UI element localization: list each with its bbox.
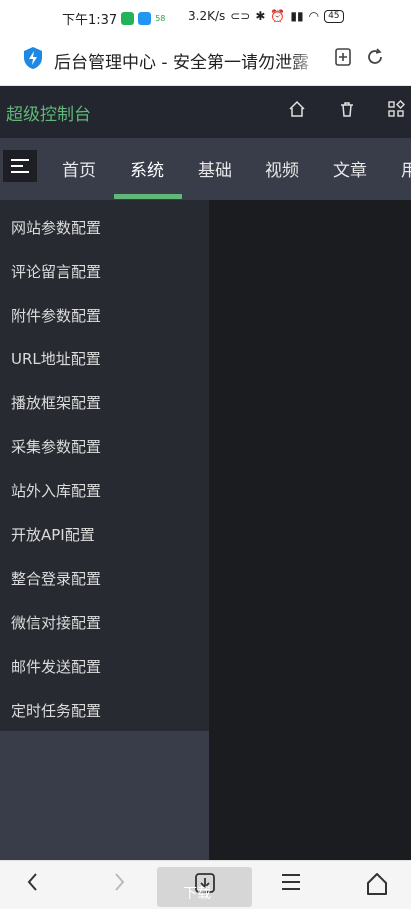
alarm-icon: ⏰ (270, 9, 286, 23)
status-right: 3.2K/s ⊂⊃ ✱ ⏰ ▮▮ ◠ 45 (188, 9, 344, 23)
wechat-icon (121, 12, 135, 25)
signal-icon: ▮▮ (290, 9, 304, 23)
status-bar: 下午1:37 58 3.2K/s ⊂⊃ ✱ ⏰ ▮▮ ◠ 45 (0, 0, 411, 34)
tab-video[interactable]: 视频 (265, 156, 299, 181)
status-app-badge: 58 (155, 14, 166, 23)
home-icon[interactable] (285, 100, 309, 124)
sidebar-item-comment-config[interactable]: 评论留言配置 (11, 261, 101, 282)
main-nav: 首页 系统 基础 视频 文章 用 (0, 138, 411, 200)
menu-icon[interactable] (276, 871, 306, 901)
content-area (209, 200, 411, 860)
status-left: 下午1:37 58 (62, 9, 165, 28)
sidebar-item-email-config[interactable]: 邮件发送配置 (11, 656, 101, 677)
page-title[interactable]: 后台管理中心 - 安全第一请勿泄露 (54, 48, 316, 72)
sidebar-item-api-config[interactable]: 开放API配置 (11, 524, 95, 545)
shield-bolt-icon[interactable] (22, 46, 44, 70)
sidebar-item-collect-config[interactable]: 采集参数配置 (11, 436, 101, 457)
forward-icon[interactable] (104, 871, 134, 901)
app-header: 超级控制台 (0, 86, 411, 138)
sidebar-item-wechat-config[interactable]: 微信对接配置 (11, 612, 101, 633)
trash-icon[interactable] (335, 100, 359, 124)
refresh-icon[interactable] (363, 47, 387, 71)
sidebar-item-cron-config[interactable]: 定时任务配置 (11, 700, 101, 721)
vpn-icon: ⊂⊃ (230, 9, 251, 23)
back-icon[interactable] (18, 871, 48, 901)
app-notification-icon (138, 12, 152, 25)
sidebar-item-attachment-config[interactable]: 附件参数配置 (11, 305, 101, 326)
tab-article[interactable]: 文章 (333, 156, 367, 181)
status-time: 下午1:37 (62, 13, 118, 28)
bluetooth-icon: ✱ (255, 9, 266, 23)
browser-address-bar: 后台管理中心 - 安全第一请勿泄露 (0, 34, 411, 86)
tab-home[interactable]: 首页 (62, 156, 96, 181)
menu-toggle-button[interactable] (3, 150, 37, 182)
battery-icon: 45 (324, 9, 344, 23)
active-tab-indicator (114, 194, 182, 199)
download-label: 下载 (183, 886, 211, 902)
menu-line (11, 165, 23, 167)
menu-line (11, 171, 29, 173)
sidebar-item-url-config[interactable]: URL地址配置 (11, 348, 101, 369)
apps-icon[interactable] (384, 100, 408, 124)
tab-system[interactable]: 系统 (130, 156, 164, 181)
sidebar-item-import-config[interactable]: 站外入库配置 (11, 480, 101, 501)
wifi-icon: ◠ (308, 9, 320, 23)
sidebar-item-login-config[interactable]: 整合登录配置 (11, 568, 101, 589)
home-icon[interactable] (362, 871, 392, 901)
menu-line (11, 159, 29, 161)
network-speed: 3.2K/s (188, 9, 226, 23)
browser-bottom-nav: 下载 (0, 860, 411, 909)
title-fade (290, 46, 320, 74)
app-brand[interactable]: 超级控制台 (6, 100, 91, 125)
tab-user[interactable]: 用 (401, 156, 411, 181)
tab-basic[interactable]: 基础 (198, 156, 232, 181)
sidebar-item-site-config[interactable]: 网站参数配置 (11, 217, 101, 238)
sidebar-item-player-config[interactable]: 播放框架配置 (11, 392, 101, 413)
bookmark-add-icon[interactable] (331, 47, 355, 71)
sidebar: 网站参数配置 评论留言配置 附件参数配置 URL地址配置 播放框架配置 采集参数… (0, 200, 209, 860)
